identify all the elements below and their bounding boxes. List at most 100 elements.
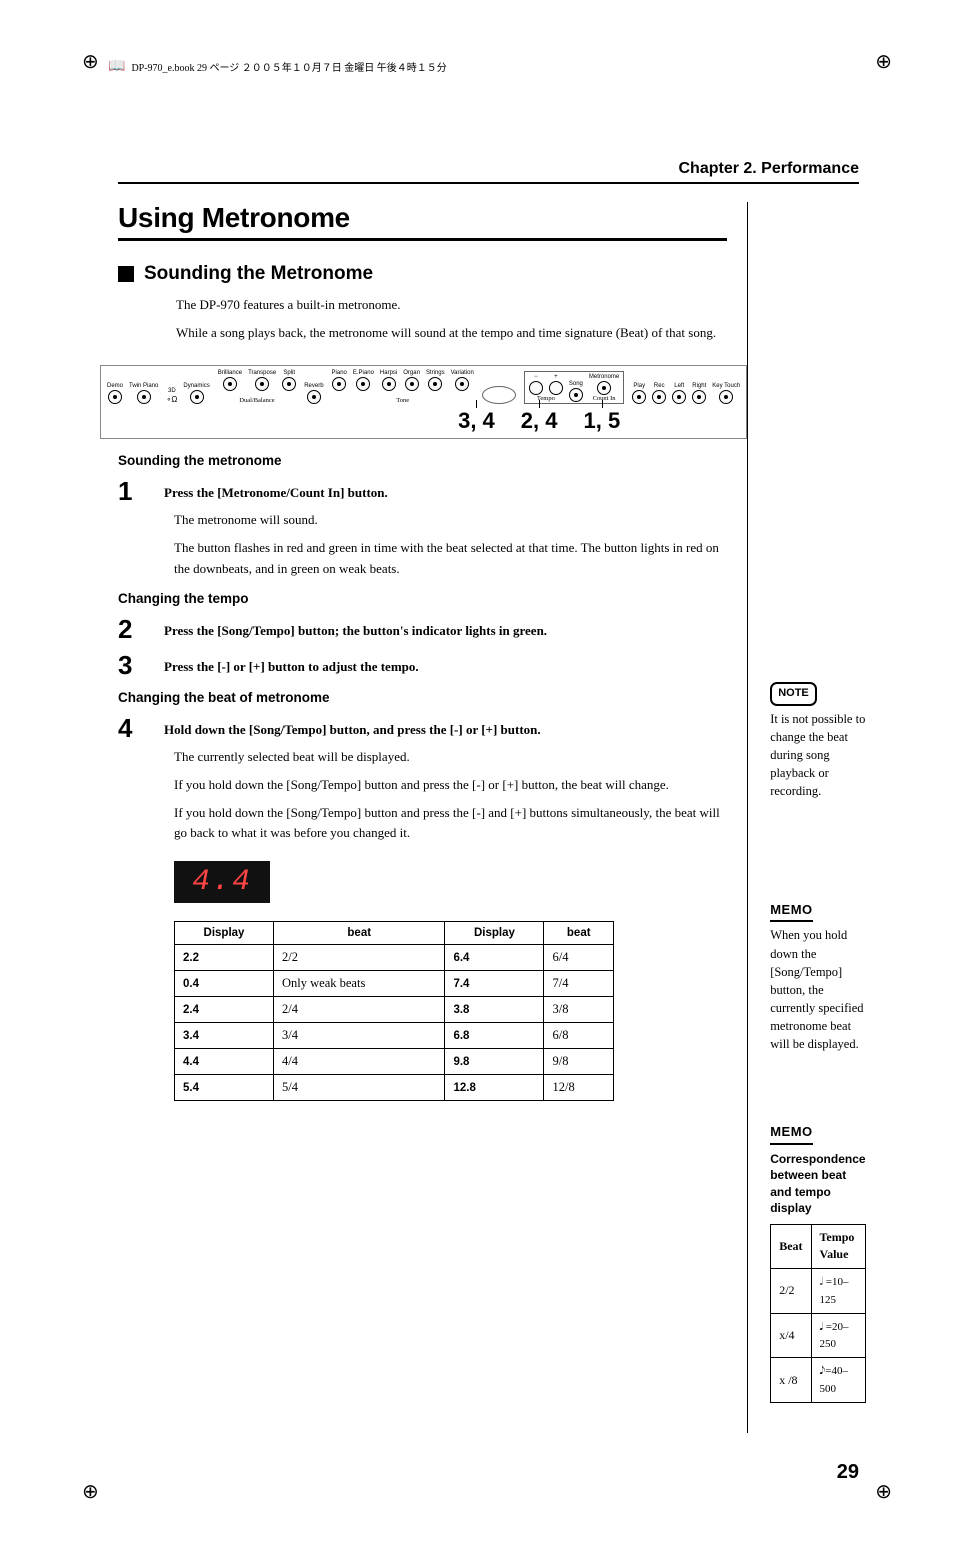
- memo-block: MEMO When you hold down the [Song/Tempo]…: [770, 901, 865, 1054]
- table-cell: x/4: [771, 1313, 811, 1358]
- step-3: 3 Press the [-] or [+] button to adjust …: [118, 652, 727, 678]
- table-cell: 5/4: [274, 1075, 445, 1101]
- table-cell: 3.8: [445, 997, 544, 1023]
- memo-block-2: MEMO Correspondence between beat and tem…: [770, 1123, 865, 1403]
- step-number: 3: [118, 652, 146, 678]
- step-instruction: Press the [-] or [+] button to adjust th…: [164, 652, 419, 676]
- panel-btn-label: Harpsi: [380, 370, 397, 376]
- panel-sublabel: Tone: [396, 397, 409, 404]
- table-cell: 7/4: [544, 971, 614, 997]
- table-cell: 3/8: [544, 997, 614, 1023]
- table-cell: Only weak beats: [274, 971, 445, 997]
- panel-btn-label: Metronome: [589, 374, 619, 380]
- note-badge: NOTE: [770, 682, 817, 706]
- step-2: 2 Press the [Song/Tempo] button; the but…: [118, 616, 727, 642]
- panel-btn-label: Piano: [332, 370, 347, 376]
- note-text: It is not possible to change the beat du…: [770, 710, 865, 801]
- panel-btn-label: Twin Piano: [129, 383, 158, 389]
- main-column: Using Metronome Sounding the Metronome T…: [118, 202, 748, 1433]
- tempo-table: Beat Tempo Value 2/2𝅗𝅥 =10–125x/4𝅘𝅥 =20–…: [770, 1224, 865, 1403]
- panel-btn-label: Variation: [451, 370, 474, 376]
- step-body: The button flashes in red and green in t…: [174, 538, 727, 578]
- lcd-display: 4.4: [174, 861, 270, 903]
- step-instruction: Press the [Metronome/Count In] button.: [164, 478, 388, 502]
- panel-btn-label: Rec: [654, 383, 665, 389]
- panel-btn-label: Split: [283, 370, 295, 376]
- table-cell: 6.8: [445, 1023, 544, 1049]
- panel-sublabel: Count In: [593, 395, 616, 402]
- panel-ref: 3, 4: [458, 408, 495, 434]
- table-cell: 3/4: [274, 1023, 445, 1049]
- table-header: Display: [445, 922, 544, 945]
- square-bullet-icon: [118, 266, 134, 282]
- step-instruction: Hold down the [Song/Tempo] button, and p…: [164, 715, 541, 739]
- step-number: 2: [118, 616, 146, 642]
- note-block: NOTE It is not possible to change the be…: [770, 682, 865, 801]
- panel-btn-label: E.Piano: [353, 370, 374, 376]
- table-cell: 6.4: [445, 945, 544, 971]
- chapter-header: Chapter 2. Performance: [118, 160, 859, 184]
- subhead-tempo: Changing the tempo: [118, 591, 727, 606]
- table-header: Display: [175, 922, 274, 945]
- panel-btn-label: Demo: [107, 383, 123, 389]
- table-header: Tempo Value: [811, 1224, 865, 1268]
- crop-mark-icon: ⊕: [82, 1482, 99, 1502]
- memo-badge: MEMO: [770, 901, 812, 923]
- panel-btn-label: +: [554, 374, 558, 380]
- step-number: 1: [118, 478, 146, 504]
- subsection-title: Sounding the Metronome: [118, 263, 727, 285]
- step-4: 4 Hold down the [Song/Tempo] button, and…: [118, 715, 727, 741]
- table-cell: 2/2: [771, 1268, 811, 1313]
- panel-btn-label: Transpose: [248, 370, 276, 376]
- intro-paragraph: While a song plays back, the metronome w…: [176, 323, 727, 343]
- table-cell: 𝅗𝅥 =10–125: [811, 1268, 865, 1313]
- panel-btn-label: Play: [633, 383, 645, 389]
- step-body: The currently selected beat will be disp…: [174, 747, 727, 767]
- panel-btn-label: Reverb: [304, 383, 323, 389]
- step-body: If you hold down the [Song/Tempo] button…: [174, 803, 727, 843]
- table-cell: 0.4: [175, 971, 274, 997]
- step-1: 1 Press the [Metronome/Count In] button.: [118, 478, 727, 504]
- subhead-sounding: Sounding the metronome: [118, 453, 727, 468]
- crop-mark-icon: ⊕: [875, 1482, 892, 1502]
- panel-ref: 1, 5: [583, 408, 620, 434]
- panel-ref: 2, 4: [521, 408, 558, 434]
- display-oval-icon: [482, 386, 516, 404]
- crop-mark-icon: ⊕: [82, 52, 99, 72]
- table-header: Beat: [771, 1224, 811, 1268]
- table-header: beat: [544, 922, 614, 945]
- intro-paragraph: The DP-970 features a built-in metronome…: [176, 295, 727, 315]
- step-body: If you hold down the [Song/Tempo] button…: [174, 775, 727, 795]
- panel-btn-label: Right: [692, 383, 706, 389]
- subsection-title-text: Sounding the Metronome: [144, 263, 373, 285]
- panel-btn-label: Organ: [403, 370, 420, 376]
- table-cell: 2/2: [274, 945, 445, 971]
- table-cell: 9.8: [445, 1049, 544, 1075]
- table-cell: 4.4: [175, 1049, 274, 1075]
- side-column: NOTE It is not possible to change the be…: [748, 202, 865, 1433]
- step-body: The metronome will sound.: [174, 510, 727, 530]
- doc-meta-header: 📖 DP-970_e.book 29 ページ ２００５年１０月７日 金曜日 午後…: [108, 58, 447, 75]
- crop-mark-icon: ⊕: [875, 52, 892, 72]
- section-title: Using Metronome: [118, 202, 727, 241]
- panel-btn-label: Song: [569, 381, 583, 387]
- table-cell: 3.4: [175, 1023, 274, 1049]
- subhead-beat: Changing the beat of metronome: [118, 690, 727, 705]
- table-cell: 2.2: [175, 945, 274, 971]
- panel-btn-label: 3D: [168, 388, 176, 394]
- table-cell: 12/8: [544, 1075, 614, 1101]
- table-cell: 𝅘𝅥𝅮=40–500: [811, 1358, 865, 1403]
- table-cell: 6/8: [544, 1023, 614, 1049]
- panel-btn-label: Key Touch: [712, 383, 740, 389]
- step-number: 4: [118, 715, 146, 741]
- table-cell: 2/4: [274, 997, 445, 1023]
- panel-btn-label: Left: [674, 383, 684, 389]
- lcd-value: 4.4: [192, 865, 252, 899]
- table-cell: 4/4: [274, 1049, 445, 1075]
- panel-btn-label: Dynamics: [183, 383, 209, 389]
- table-cell: 9/8: [544, 1049, 614, 1075]
- book-icon: 📖: [108, 58, 125, 75]
- panel-btn-label: Strings: [426, 370, 445, 376]
- doc-meta-text: DP-970_e.book 29 ページ ２００５年１０月７日 金曜日 午後４時…: [131, 59, 446, 74]
- beat-table: Display beat Display beat 2.22/26.46/40.…: [174, 921, 614, 1101]
